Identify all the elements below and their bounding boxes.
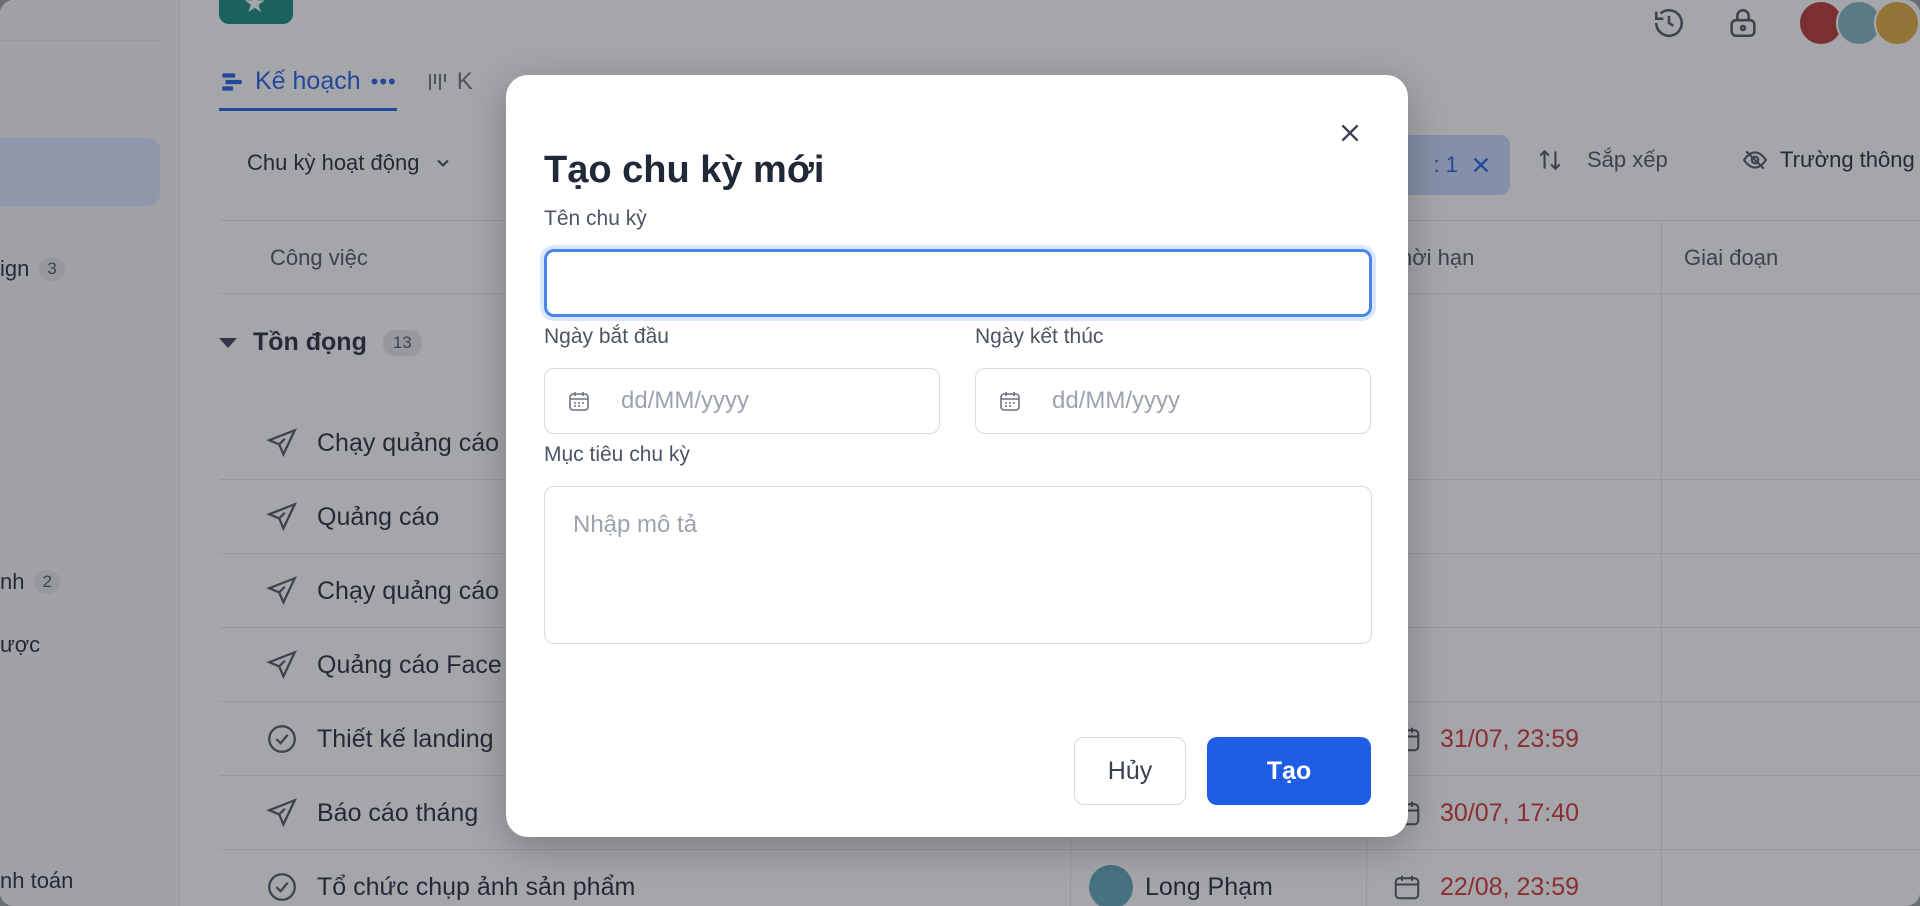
cycle-name-label: Tên chu kỳ [544,207,647,230]
start-date-label: Ngày bắt đầu [544,325,669,348]
start-date-placeholder: dd/MM/yyyy [621,387,750,414]
end-date-placeholder: dd/MM/yyyy [1052,387,1181,414]
cycle-goal-textarea[interactable] [544,486,1372,644]
end-date-label: Ngày kết thúc [975,325,1104,348]
calendar-icon [569,392,589,411]
start-date-field[interactable]: dd/MM/yyyy [544,368,940,434]
cycle-name-input[interactable] [544,249,1372,317]
end-date-field[interactable]: dd/MM/yyyy [975,368,1371,434]
cancel-button[interactable]: Hủy [1074,737,1186,805]
calendar-icon [1000,392,1020,411]
close-icon [1341,124,1359,142]
create-button[interactable]: Tạo [1207,737,1371,805]
create-cycle-dialog: Tạo chu kỳ mới Tên chu kỳ Ngày bắt đầu d… [506,75,1408,837]
close-button[interactable] [1332,115,1368,151]
dialog-title: Tạo chu kỳ mới [544,149,825,191]
cycle-goal-label: Mục tiêu chu kỳ [544,443,690,466]
